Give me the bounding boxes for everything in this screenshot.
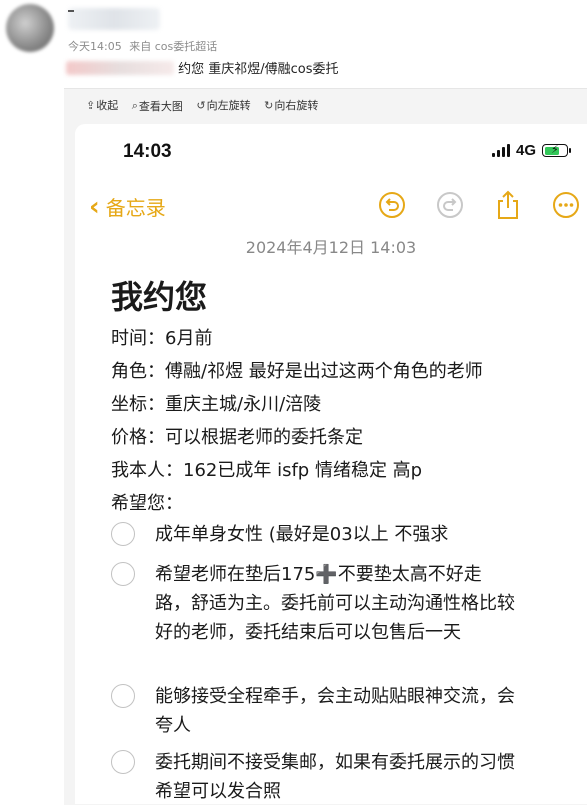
checklist-item: 能够接受全程牵手，会主动贴贴眼神交流，会夸人 [111,682,516,740]
post-text-line: 约您 重庆祁煜/傅融cos委托 [66,58,339,77]
post-text: 约您 重庆祁煜/傅融cos委托 [178,62,339,77]
checklist-item: 委托期间不接受集邮，如果有委托展示的习惯希望可以发合照 [111,748,516,804]
checkbox-circle[interactable] [111,684,135,708]
redo-icon[interactable] [435,190,465,220]
rotate-left-label: 向左旋转 [206,99,251,112]
collapse-icon: ⇪ [86,98,96,112]
note-title[interactable]: 我约您 [111,272,207,318]
share-icon[interactable] [493,190,523,220]
checkbox-circle[interactable] [111,750,135,774]
post-meta: 今天14:05 来自 cos委托超话 [68,38,217,54]
field-self[interactable]: 我本人：162已成年 isfp 情绪稳定 高p [111,456,422,482]
field-price[interactable]: 价格：可以根据老师的委托条定 [111,423,363,449]
checklist-text[interactable]: 委托期间不接受集邮，如果有委托展示的习惯希望可以发合照 [155,748,516,804]
collapse-label: 收起 [96,99,119,112]
back-button[interactable]: ‹ 备忘录 [89,192,166,221]
viewer-toolbar: ⇪ 收起 ⌕ 查看大图 ↺ 向左旋转 ↻ 向右旋转 [86,97,328,114]
checklist-text[interactable]: 希望老师在垫后175➕不要垫太高不好走路，舒适为主。委托前可以主动沟通性格比较好… [155,560,516,647]
notes-screenshot[interactable]: 14:03 4G ⚡ ‹ 备忘录 2024年4月12日 14:03 我约您 时间… [75,124,587,804]
checklist-text[interactable]: 能够接受全程牵手，会主动贴贴眼神交流，会夸人 [155,682,516,740]
notes-toolbar [349,190,581,220]
rotate-right-label: 向右旋转 [274,99,319,112]
rotate-left-icon: ↺ [196,98,206,112]
back-label: 备忘录 [105,196,166,220]
redacted-text [66,61,174,75]
zoom-icon: ⌕ [131,98,138,112]
field-location[interactable]: 坐标：重庆主城/永川/涪陵 [111,390,321,416]
chevron-left-icon: ‹ [89,191,100,222]
checklist-item: 希望老师在垫后175➕不要垫太高不好走路，舒适为主。委托前可以主动沟通性格比较好… [111,560,516,647]
checkbox-circle[interactable] [111,562,135,586]
field-wish[interactable]: 希望您： [111,489,183,515]
battery-icon: ⚡ [542,143,568,157]
username-blurred[interactable] [68,8,160,30]
view-large-label: 查看大图 [138,99,183,113]
avatar[interactable] [6,4,54,52]
status-indicators: 4G ⚡ [491,142,571,159]
post-source[interactable]: 来自 cos委托超话 [129,40,217,53]
checklist-text[interactable]: 成年单身女性 (最好是03以上 不强求 [155,520,448,549]
rotate-left-button[interactable]: ↺ 向左旋转 [196,97,250,113]
username-dash [68,10,74,12]
signal-icon [491,144,510,157]
network-label: 4G [515,142,536,159]
status-time: 14:03 [123,141,172,162]
collapse-button[interactable]: ⇪ 收起 [86,97,118,113]
field-role[interactable]: 角色：傅融/祁煜 最好是出过这两个角色的老师 [111,357,483,383]
battery-cap [569,148,571,153]
rotate-right-icon: ↻ [264,98,274,112]
post-time: 今天14:05 [68,40,122,53]
more-icon[interactable] [551,190,581,220]
rotate-right-button[interactable]: ↻ 向右旋转 [264,97,318,113]
note-date: 2024年4月12日 14:03 [245,238,417,257]
view-large-button[interactable]: ⌕ 查看大图 [132,98,183,114]
charging-icon: ⚡ [551,143,559,156]
checkbox-circle[interactable] [111,522,135,546]
undo-icon[interactable] [377,190,407,220]
field-time[interactable]: 时间：6月前 [111,324,212,350]
checklist-item: 成年单身女性 (最好是03以上 不强求 [111,520,516,549]
